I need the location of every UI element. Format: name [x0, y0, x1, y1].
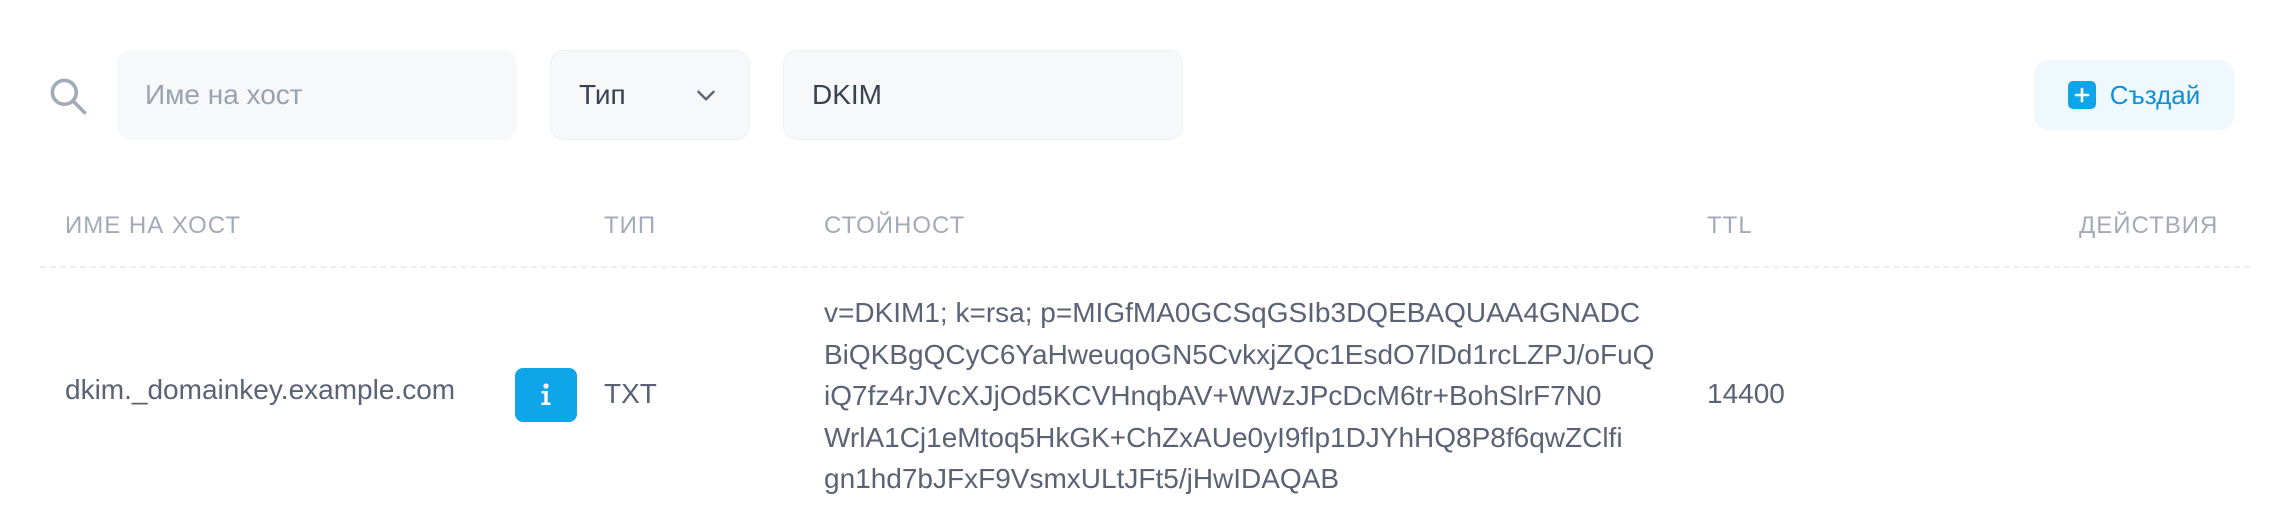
table-row: dkim._domainkey.example.com TXT v=DKIM1;… — [0, 280, 2284, 514]
value-line: WrlA1Cj1eMtoq5HkGK+ChZxAUe0yI9flp1DJYhHQ… — [824, 421, 1623, 453]
host-name-input[interactable] — [117, 50, 517, 140]
create-button[interactable]: Създай — [2034, 60, 2234, 130]
value-line: v=DKIM1; k=rsa; p=MIGfMA0GCSqGSIb3DQEBAQ… — [824, 297, 1641, 328]
type-select-value: Тип — [579, 79, 626, 110]
plus-icon — [2067, 81, 2096, 109]
info-button[interactable] — [515, 368, 577, 422]
value-line: gn1hd7bJFxF9VsmxULtJFt5/jHwIDAQAB — [824, 463, 1340, 494]
info-icon — [541, 383, 551, 405]
row-value: v=DKIM1; k=rsa; p=MIGfMA0GCSqGSIb3DQEBAQ… — [824, 292, 1694, 500]
value-filter-text: DKIM — [812, 79, 882, 110]
row-type: TXT — [604, 378, 657, 409]
filter-toolbar: Тип DKIM Създай — [0, 0, 2284, 190]
column-header-actions: Действия — [2079, 212, 2219, 239]
value-filter-input[interactable]: DKIM — [783, 50, 1183, 140]
column-header-value[interactable]: Стойност — [824, 212, 965, 240]
search-icon[interactable] — [46, 74, 90, 118]
value-line: iQ7fz4rJVcXJjOd5KCVHnqbAV+WWzJPcDcM6tr+B… — [824, 380, 1602, 411]
column-header-host[interactable]: Име на хост — [65, 212, 241, 240]
row-host-name: dkim._domainkey.example.com — [65, 374, 456, 405]
create-button-label: Създай — [2109, 79, 2201, 110]
row-ttl: 14400 — [1707, 378, 1785, 409]
column-header-ttl[interactable]: TTL — [1707, 212, 1753, 240]
header-divider — [40, 266, 2250, 268]
column-header-type[interactable]: Тип — [604, 212, 656, 240]
type-select[interactable]: Тип — [550, 50, 750, 140]
table-header: Име на хост Тип Стойност TTL Действия — [0, 212, 2284, 262]
chevron-down-icon — [697, 90, 715, 101]
value-line: BiQKBgQCyC6YaHweuqoGN5CvkxjZQc1EsdO7lDd1… — [824, 338, 1655, 370]
